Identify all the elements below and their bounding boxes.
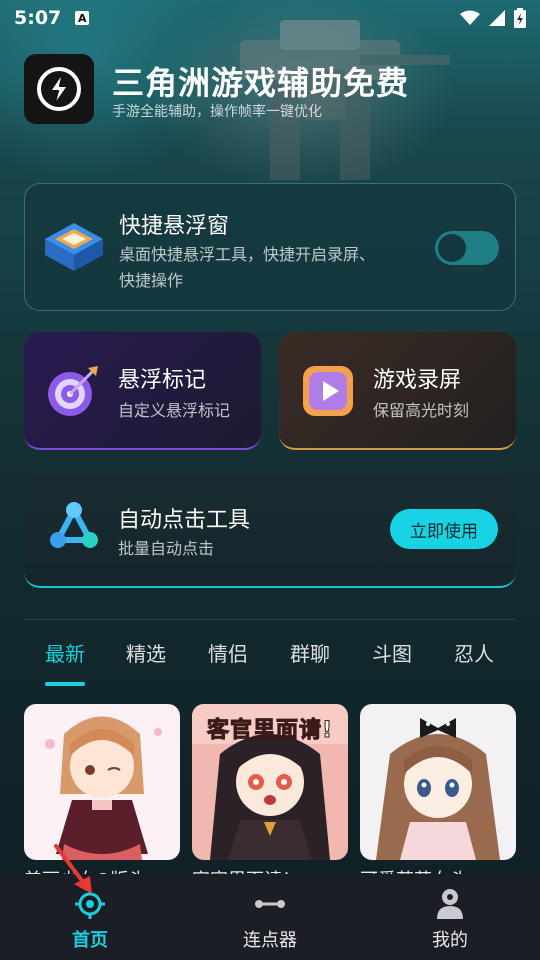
floating-window-card[interactable]: 快捷悬浮窗 桌面快捷悬浮工具，快捷开启录屏、 快捷操作 bbox=[24, 183, 516, 311]
thumbnail-1[interactable] bbox=[24, 704, 180, 860]
play-icon bbox=[303, 366, 353, 416]
floating-window-desc-line2: 快捷操作 bbox=[119, 271, 184, 290]
status-time: 5:07 bbox=[14, 7, 62, 29]
use-now-button[interactable]: 立即使用 bbox=[390, 509, 498, 549]
floating-mark-card[interactable]: 悬浮标记 自定义悬浮标记 bbox=[24, 332, 261, 450]
screen-record-desc: 保留高光时刻 bbox=[373, 401, 470, 420]
nav-clicker[interactable]: 连点器 bbox=[210, 874, 330, 960]
screen-record-title: 游戏录屏 bbox=[373, 368, 462, 393]
section-divider bbox=[24, 619, 516, 620]
thumbnail-overlay-text: 客官里面请! bbox=[206, 718, 334, 744]
screen-record-card[interactable]: 游戏录屏 保留高光时刻 bbox=[279, 332, 516, 450]
app-subtitle: 手游全能辅助，操作帧率一键优化 bbox=[112, 104, 322, 120]
battery-icon bbox=[514, 8, 526, 28]
floating-window-toggle[interactable] bbox=[435, 231, 499, 265]
category-tabs: 最新 精选 情侣 群聊 斗图 忍人 bbox=[24, 638, 516, 688]
thumbnail-3[interactable] bbox=[360, 704, 516, 860]
signal-icon bbox=[489, 10, 505, 26]
tab-group-chat[interactable]: 群聊 bbox=[290, 638, 330, 667]
status-indicators bbox=[460, 8, 526, 28]
nav-profile[interactable]: 我的 bbox=[390, 874, 510, 960]
tab-ninja[interactable]: 忍人 bbox=[454, 638, 494, 667]
notification-icon: A bbox=[75, 11, 90, 25]
auto-click-card[interactable]: 自动点击工具 批量自动点击 立即使用 bbox=[24, 470, 516, 588]
app-title: 三角洲游戏辅助免费 bbox=[112, 64, 410, 102]
auto-click-title: 自动点击工具 bbox=[118, 508, 251, 533]
auto-click-icon bbox=[50, 502, 98, 548]
active-tab-indicator bbox=[45, 682, 85, 686]
nav-clicker-label: 连点器 bbox=[243, 930, 297, 951]
floating-window-icon bbox=[45, 223, 103, 271]
connector-icon bbox=[252, 888, 288, 920]
nav-profile-label: 我的 bbox=[432, 930, 468, 951]
app-logo bbox=[24, 54, 94, 124]
toggle-knob bbox=[438, 234, 466, 262]
floating-mark-desc: 自定义悬浮标记 bbox=[118, 401, 231, 420]
tab-featured[interactable]: 精选 bbox=[126, 638, 166, 667]
chibi-girl-red-dress-image bbox=[24, 704, 180, 860]
profile-icon bbox=[432, 888, 468, 920]
floating-window-title: 快捷悬浮窗 bbox=[119, 214, 230, 239]
nav-home-label: 首页 bbox=[72, 930, 108, 951]
floating-mark-title: 悬浮标记 bbox=[118, 368, 207, 393]
lightning-logo-icon bbox=[37, 67, 81, 111]
floating-window-desc-line1: 桌面快捷悬浮工具，快捷开启录屏、 bbox=[119, 245, 376, 264]
red-pointer-arrow-icon bbox=[54, 844, 92, 894]
auto-click-desc: 批量自动点击 bbox=[118, 539, 215, 558]
tab-latest[interactable]: 最新 bbox=[45, 638, 85, 667]
tab-memes[interactable]: 斗图 bbox=[372, 638, 412, 667]
status-bar: 5:07 A bbox=[0, 0, 540, 36]
chibi-girl-polka-bow-image bbox=[360, 704, 516, 860]
tab-couple[interactable]: 情侣 bbox=[208, 638, 248, 667]
wifi-icon bbox=[460, 10, 480, 25]
target-icon bbox=[48, 366, 98, 416]
thumbnail-2[interactable]: 客官里面请! bbox=[192, 704, 348, 860]
